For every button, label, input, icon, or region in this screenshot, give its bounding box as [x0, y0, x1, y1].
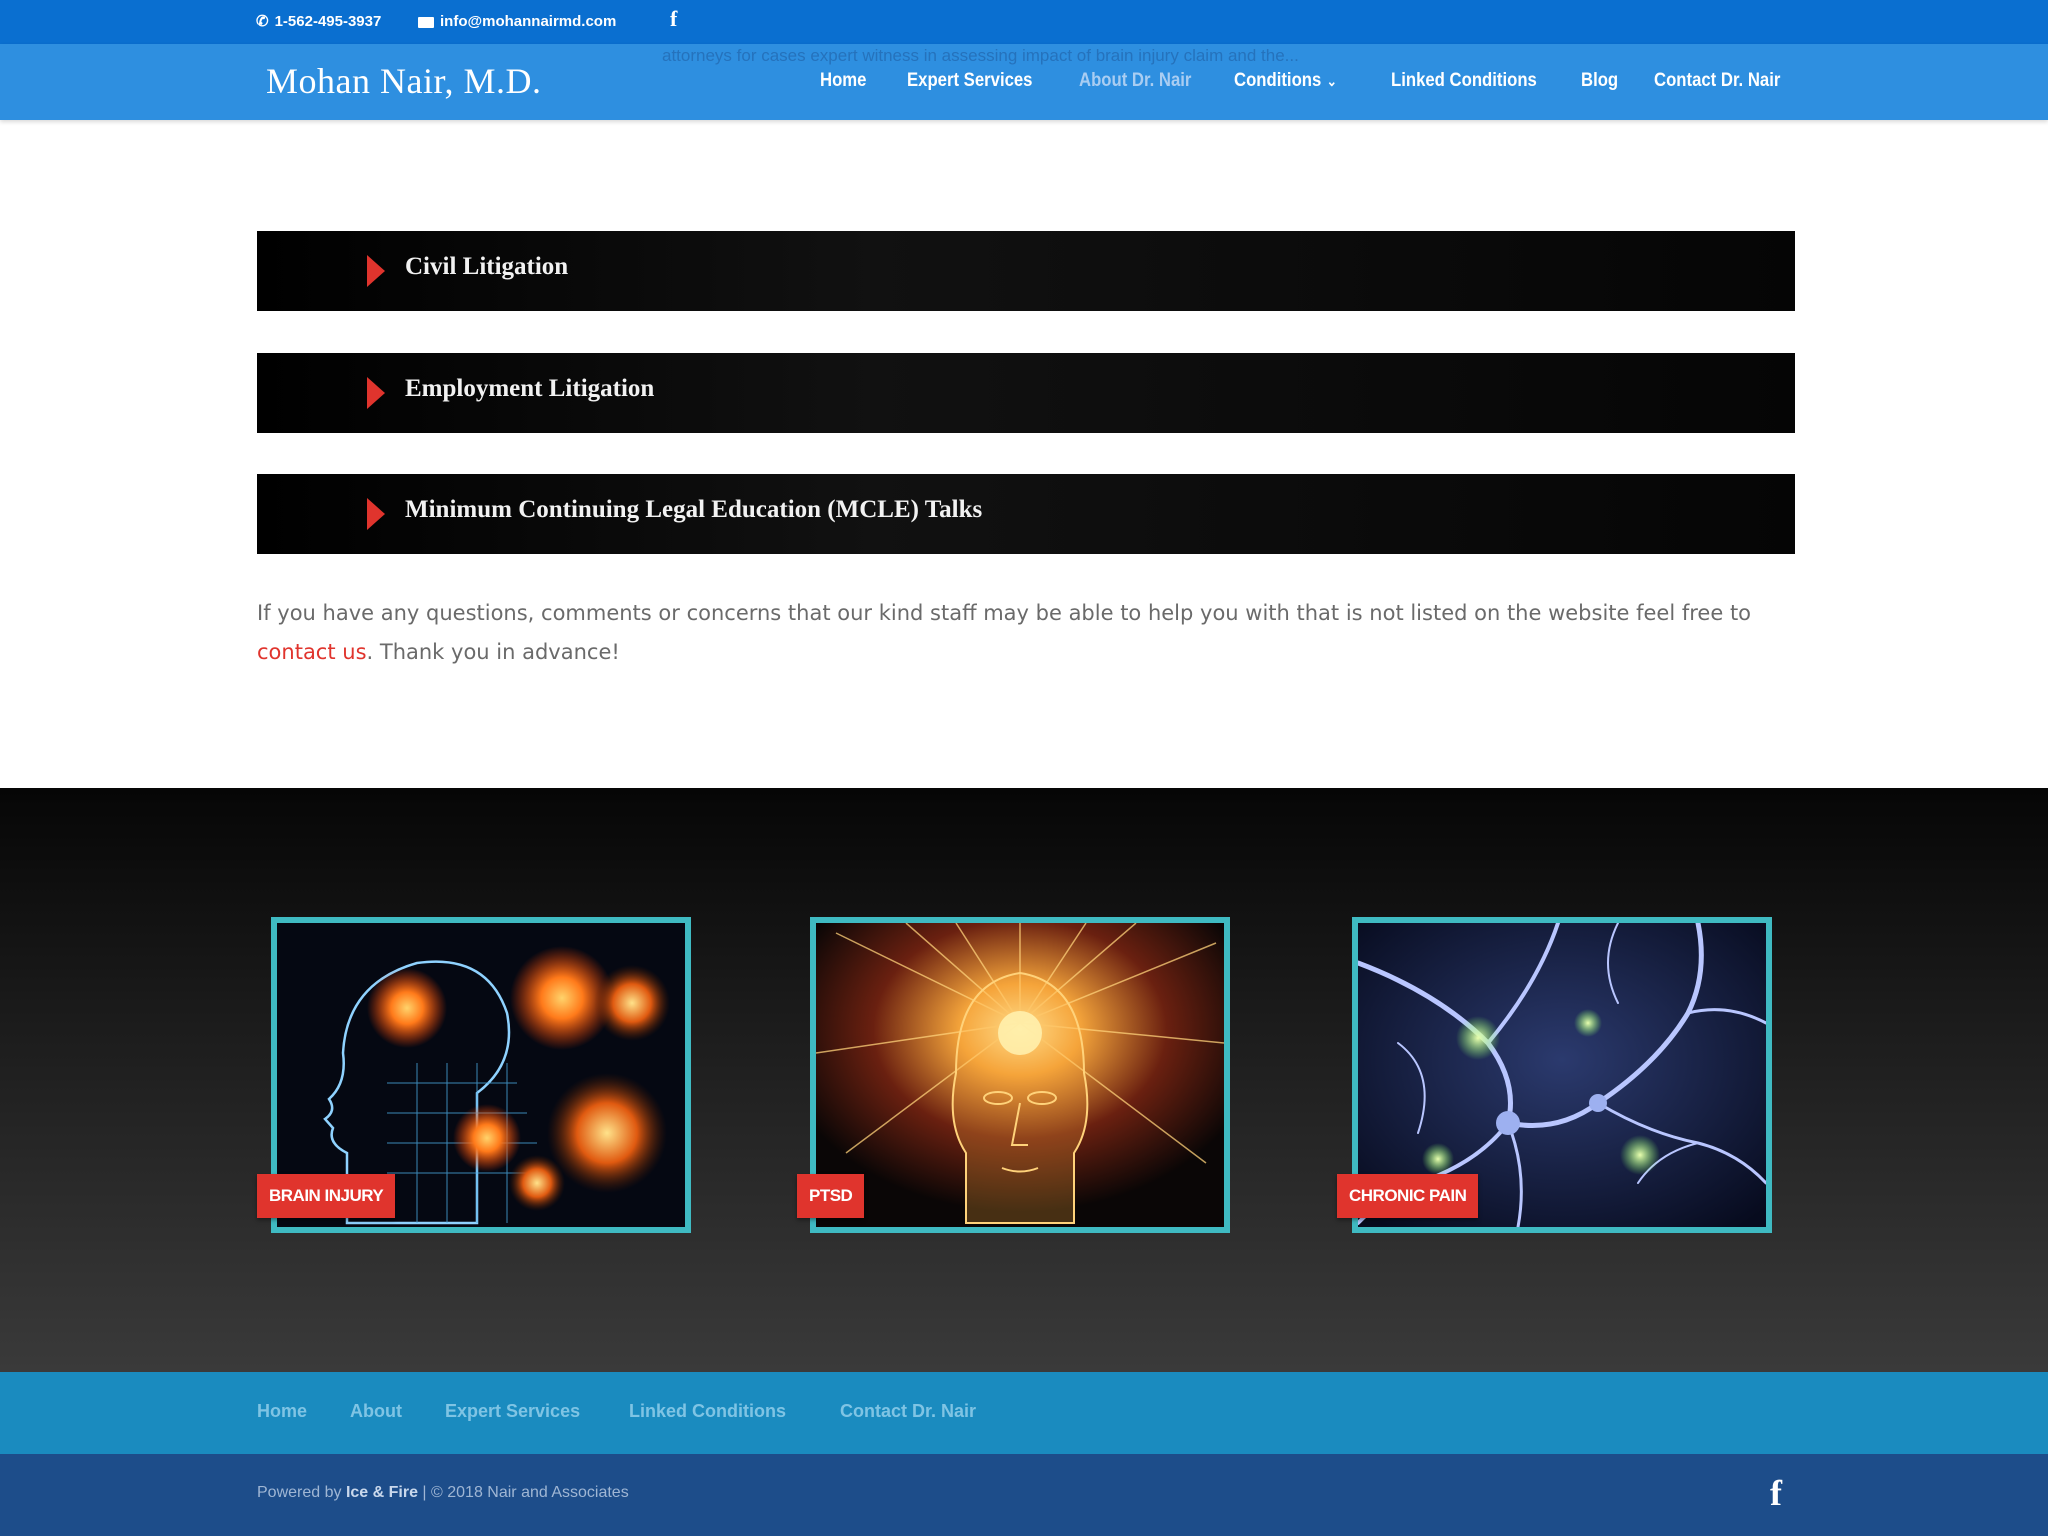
accordion-title: Civil Litigation	[405, 253, 569, 280]
intro-suffix: . Thank you in advance!	[366, 640, 620, 664]
nav-label: Contact Dr. Nair	[1654, 70, 1781, 91]
phone-icon: ✆	[256, 13, 269, 30]
accordion-civil-litigation[interactable]: Civil Litigation	[257, 231, 1795, 311]
nav-label: Linked Conditions	[1391, 70, 1537, 91]
envelope-icon	[418, 16, 434, 28]
intro-text: If you have any questions, comments or c…	[257, 601, 1752, 625]
nav-about[interactable]: About Dr. Nair	[1079, 70, 1191, 92]
footer-link-contact[interactable]: Contact Dr. Nair	[840, 1401, 976, 1422]
nav-conditions[interactable]: Conditions ⌄	[1234, 70, 1337, 92]
caret-right-icon	[367, 255, 385, 287]
nav-home[interactable]: Home	[820, 70, 866, 92]
nav-blog[interactable]: Blog	[1581, 70, 1618, 92]
tag-ptsd[interactable]: PTSD	[797, 1174, 865, 1218]
nav-label: Blog	[1581, 70, 1619, 91]
credits-suffix: | © 2018 Nair and Associates	[417, 1484, 629, 1501]
facebook-icon[interactable]: f	[1770, 1472, 1782, 1514]
nav-contact[interactable]: Contact Dr. Nair	[1654, 70, 1780, 92]
ptsd-image	[816, 923, 1224, 1227]
contact-us-link[interactable]: contact us	[257, 640, 367, 664]
caret-right-icon	[367, 377, 385, 409]
site-header: attorneys for cases expert witness in as…	[0, 44, 2048, 120]
footer-credits: Powered by Ice & Fire | © 2018 Nair and …	[257, 1484, 629, 1502]
footer-link-expert-services[interactable]: Expert Services	[445, 1401, 580, 1422]
credits-prefix: Powered by	[257, 1484, 346, 1501]
email-address[interactable]: info@mohannairmd.com	[440, 11, 616, 33]
nav-label: Expert Services	[907, 70, 1033, 91]
nav-linked-conditions[interactable]: Linked Conditions	[1391, 70, 1537, 92]
ghost-overlay-text: attorneys for cases expert witness in as…	[662, 46, 1299, 65]
footer-nav: Home About Expert Services Linked Condit…	[0, 1372, 2048, 1454]
intro-paragraph: If you have any questions, comments or c…	[257, 594, 1797, 672]
chevron-down-icon: ⌄	[1326, 73, 1337, 89]
footer-link-home[interactable]: Home	[257, 1401, 307, 1422]
nav-expert-services[interactable]: Expert Services	[907, 70, 1032, 92]
tag-brain-injury[interactable]: BRAIN INJURY	[257, 1174, 396, 1218]
agency-link[interactable]: Ice & Fire	[346, 1484, 418, 1501]
card-ptsd[interactable]	[810, 917, 1230, 1233]
bottom-bar: Powered by Ice & Fire | © 2018 Nair and …	[0, 1454, 2048, 1536]
nav-label: Home	[820, 70, 867, 91]
facebook-icon[interactable]: f	[670, 8, 677, 30]
nav-label: About Dr. Nair	[1079, 70, 1192, 91]
footer-link-about[interactable]: About	[350, 1401, 402, 1422]
email-contact[interactable]: info@mohannairmd.com	[418, 11, 616, 33]
accordion-title: Employment Litigation	[405, 375, 655, 402]
accordion-title: Minimum Continuing Legal Education (MCLE…	[405, 496, 983, 523]
top-contact-bar: ✆ 1-562-495-3937 info@mohannairmd.com f	[0, 0, 2048, 44]
footer-link-linked-conditions[interactable]: Linked Conditions	[629, 1401, 786, 1422]
phone-number[interactable]: 1-562-495-3937	[275, 11, 382, 33]
accordion-mcle-talks[interactable]: Minimum Continuing Legal Education (MCLE…	[257, 474, 1795, 554]
caret-right-icon	[367, 498, 385, 530]
accordion-employment-litigation[interactable]: Employment Litigation	[257, 353, 1795, 433]
nav-label: Conditions	[1234, 70, 1322, 91]
phone-contact[interactable]: ✆ 1-562-495-3937	[256, 11, 381, 33]
tag-chronic-pain[interactable]: CHRONIC PAIN	[1337, 1174, 1479, 1218]
site-logo[interactable]: Mohan Nair, M.D.	[266, 60, 542, 102]
